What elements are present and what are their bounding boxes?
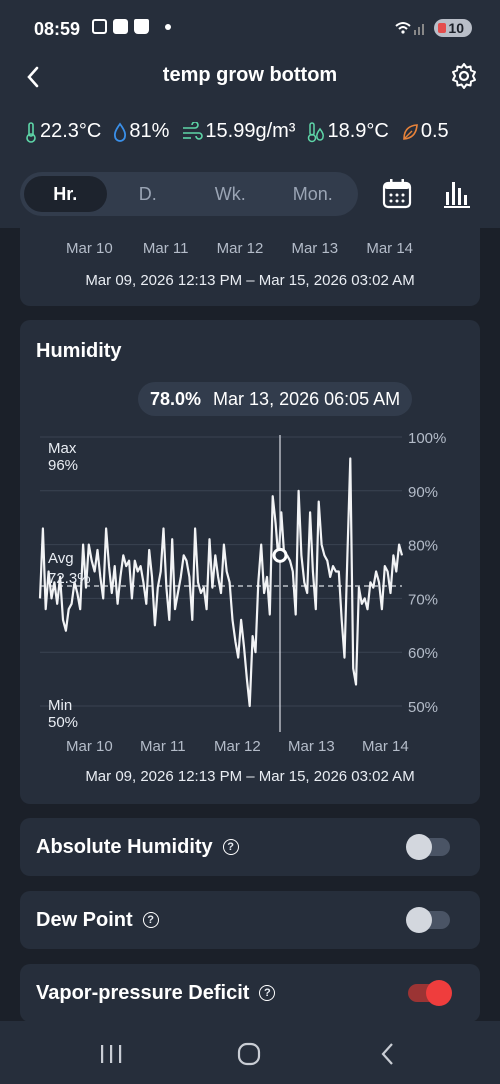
y-tick: 90% xyxy=(408,484,438,501)
more-notifications-icon xyxy=(165,23,171,30)
status-notification-icons xyxy=(92,19,171,34)
vpd-row[interactable]: Vapor-pressure Deficit ? xyxy=(20,964,480,1022)
y-axis-ticks: 50% 60% 70% 80% 90% 100% xyxy=(408,430,446,716)
vpd-value: 0.5 xyxy=(420,120,449,142)
current-readings: 22.3°C 81% 15.99g/m³ 18.9°C 0.5 xyxy=(24,120,461,143)
droplet-icon xyxy=(114,121,127,142)
x-axis-ticks: Mar 10 Mar 11 Mar 12 Mar 13 Mar 14 xyxy=(66,738,409,755)
x-axis-ticks: Mar 10 Mar 11 Mar 12 Mar 13 Mar 14 xyxy=(66,240,413,257)
vpd-toggle[interactable] xyxy=(408,980,452,1006)
help-icon[interactable]: ? xyxy=(142,912,159,928)
tooltip-value: 78.0% xyxy=(150,388,202,409)
gear-icon xyxy=(452,63,476,89)
x-tick: Mar 14 xyxy=(366,240,414,257)
absolute-humidity-toggle[interactable] xyxy=(406,834,450,860)
help-icon[interactable]: ? xyxy=(222,839,239,855)
toggle-knob xyxy=(406,907,432,933)
wifi-signal-icon xyxy=(395,22,425,35)
dew-point-row[interactable]: Dew Point ? xyxy=(20,891,480,949)
dew-point-value: 18.9°C xyxy=(327,120,389,142)
toggle-label: Dew Point xyxy=(36,908,133,931)
absolute-humidity-value: 15.99g/m³ xyxy=(205,120,296,142)
help-icon[interactable]: ? xyxy=(259,985,276,1001)
x-tick: Mar 14 xyxy=(362,738,409,755)
chart-cursor-point xyxy=(272,547,288,563)
status-bar: 08:59 10 xyxy=(0,0,500,58)
back-arrow-icon xyxy=(381,1043,393,1065)
x-tick: Mar 13 xyxy=(288,738,335,755)
wind-icon xyxy=(183,121,204,140)
alert-icon xyxy=(113,19,128,34)
screenshot-icon xyxy=(92,19,107,34)
y-tick: 50% xyxy=(408,699,438,716)
page-title: temp grow bottom xyxy=(162,64,338,86)
app-header: temp grow bottom 22.3°C 81% 15.99g/m³ 18… xyxy=(0,58,500,228)
temperature-value: 22.3°C xyxy=(40,120,102,142)
humidity-series-line xyxy=(38,457,404,708)
toggle-knob xyxy=(406,834,432,860)
recent-apps-button[interactable] xyxy=(96,1041,126,1067)
x-tick: Mar 12 xyxy=(214,738,261,755)
x-tick: Mar 11 xyxy=(140,738,186,755)
y-tick: 70% xyxy=(408,591,438,608)
dew-point-reading: 18.9°C xyxy=(307,120,389,143)
chart-type-button[interactable] xyxy=(442,178,472,210)
home-button[interactable] xyxy=(234,1041,264,1067)
x-tick: Mar 10 xyxy=(66,738,113,755)
date-range-text: Mar 09, 2026 12:13 PM – Mar 15, 2026 03:… xyxy=(85,768,415,785)
humidity-reading: 81% xyxy=(113,120,169,143)
tab-hour[interactable]: Hr. xyxy=(24,176,107,212)
avg-label: Avg xyxy=(48,550,74,567)
bar-chart-icon xyxy=(444,182,470,208)
temperature-reading: 22.3°C xyxy=(24,120,101,143)
toggle-label: Vapor-pressure Deficit xyxy=(36,981,250,1004)
min-label: Min xyxy=(48,697,72,714)
max-label: Max xyxy=(48,440,77,457)
humidity-card: Humidity 78.0% Mar 13, 2026 06:05 AM 50%… xyxy=(20,320,480,804)
absolute-humidity-row[interactable]: Absolute Humidity ? xyxy=(20,818,480,876)
leaf-icon xyxy=(403,123,418,140)
max-value: 96% xyxy=(48,457,78,474)
y-tick: 100% xyxy=(408,430,446,447)
status-time: 08:59 xyxy=(34,19,81,39)
recent-apps-icon xyxy=(101,1045,122,1063)
time-range-tabs: Hr. D. Wk. Mon. xyxy=(20,172,358,216)
battery-indicator: 10 xyxy=(434,19,472,37)
shopping-bag-icon xyxy=(134,19,149,34)
temperature-card-partial: Mar 10 Mar 11 Mar 12 Mar 13 Mar 14 Mar 0… xyxy=(20,228,480,306)
absolute-humidity-reading: 15.99g/m³ xyxy=(181,120,295,143)
vpd-reading: 0.5 xyxy=(401,120,449,143)
humidity-value: 81% xyxy=(129,120,170,142)
settings-button[interactable] xyxy=(450,62,478,90)
system-navigation-bar xyxy=(0,1021,500,1084)
back-nav-button[interactable] xyxy=(374,1041,404,1067)
x-tick: Mar 11 xyxy=(142,240,189,257)
card-title: Humidity xyxy=(36,340,122,362)
date-range-text: Mar 09, 2026 12:13 PM – Mar 15, 2026 03:… xyxy=(85,272,415,289)
x-tick: Mar 12 xyxy=(216,240,264,257)
y-tick: 60% xyxy=(408,645,438,662)
x-tick: Mar 13 xyxy=(291,240,339,257)
toggle-knob xyxy=(426,980,452,1006)
calendar-icon xyxy=(382,179,412,209)
chart-tooltip: 78.0% Mar 13, 2026 06:05 AM xyxy=(138,382,413,416)
avg-value: 72.3% xyxy=(48,570,91,587)
tab-week[interactable]: Wk. xyxy=(189,176,272,212)
min-value: 50% xyxy=(48,714,78,731)
calendar-button[interactable] xyxy=(382,178,412,210)
x-tick: Mar 10 xyxy=(66,240,113,257)
tab-month[interactable]: Mon. xyxy=(272,176,355,212)
tooltip-time: Mar 13, 2026 06:05 AM xyxy=(213,388,401,409)
status-system-icons: 10 xyxy=(394,19,472,37)
dew-point-icon xyxy=(308,121,325,142)
tab-day[interactable]: D. xyxy=(107,176,190,212)
home-icon xyxy=(237,1042,261,1066)
dew-point-toggle[interactable] xyxy=(406,907,450,933)
thermometer-icon xyxy=(26,121,36,143)
toggle-label: Absolute Humidity xyxy=(36,835,213,858)
humidity-chart[interactable]: 50%60%70%80%90%100% Mar 10 Mar 11 Mar 12 Ma… xyxy=(20,420,480,760)
y-tick: 80% xyxy=(408,538,438,555)
